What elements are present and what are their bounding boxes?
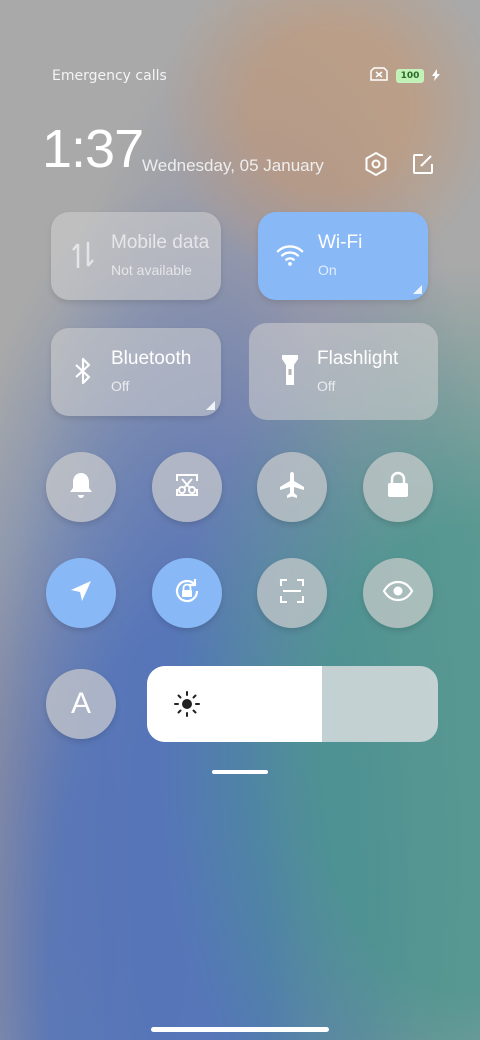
edit-icon[interactable] xyxy=(409,150,437,178)
eye-icon xyxy=(382,580,414,606)
tile-mobile-data[interactable]: Mobile data Not available xyxy=(51,212,221,300)
settings-icon[interactable] xyxy=(362,150,390,178)
status-icons: 100 xyxy=(370,66,440,85)
toggle-airplane[interactable] xyxy=(257,452,327,522)
auto-brightness-button[interactable]: A xyxy=(46,669,116,739)
toggle-ringer[interactable] xyxy=(46,452,116,522)
brightness-slider[interactable] xyxy=(147,666,438,742)
flashlight-icon xyxy=(276,353,304,387)
tile-subtitle: Not available xyxy=(111,262,192,278)
emergency-calls-label: Emergency calls xyxy=(52,68,167,84)
toggle-lock[interactable] xyxy=(363,452,433,522)
screenshot-icon xyxy=(173,471,201,503)
tile-title: Wi-Fi xyxy=(318,232,363,253)
tile-title: Mobile data xyxy=(111,232,210,253)
toggle-reading-mode[interactable] xyxy=(363,558,433,628)
bell-icon xyxy=(68,471,94,503)
rotation-lock-icon xyxy=(171,575,203,611)
auto-brightness-icon: A xyxy=(70,687,91,720)
tile-wifi[interactable]: Wi-Fi On xyxy=(258,212,428,300)
tile-bluetooth[interactable]: Bluetooth Off xyxy=(51,328,221,416)
panel-drag-handle[interactable] xyxy=(212,770,268,774)
toggle-rotation-lock[interactable] xyxy=(152,558,222,628)
toggle-screenshot[interactable] xyxy=(152,452,222,522)
charging-bolt-icon xyxy=(432,66,440,85)
toggle-scanner[interactable] xyxy=(257,558,327,628)
lock-icon xyxy=(386,471,410,503)
tile-subtitle: Off xyxy=(111,378,130,394)
expand-corner-icon xyxy=(413,285,422,294)
tile-subtitle: On xyxy=(318,262,337,278)
tile-flashlight[interactable]: Flashlight Off xyxy=(249,323,438,420)
tile-title: Bluetooth xyxy=(111,348,192,369)
bluetooth-icon xyxy=(69,354,97,388)
sun-icon xyxy=(173,690,201,718)
airplane-icon xyxy=(277,470,307,504)
clock-time: 1:37 xyxy=(42,119,144,179)
expand-corner-icon xyxy=(206,401,215,410)
date-label: Wednesday, 05 January xyxy=(142,156,324,175)
tile-subtitle: Off xyxy=(317,378,336,394)
wifi-icon xyxy=(276,238,304,272)
battery-icon: 100 xyxy=(396,68,424,83)
location-icon xyxy=(68,578,94,608)
tile-title: Flashlight xyxy=(317,348,399,369)
toggle-location[interactable] xyxy=(46,558,116,628)
scanner-icon xyxy=(278,577,306,609)
no-sim-icon xyxy=(370,66,388,85)
home-indicator[interactable] xyxy=(151,1027,329,1032)
mobile-data-icon xyxy=(69,238,97,272)
